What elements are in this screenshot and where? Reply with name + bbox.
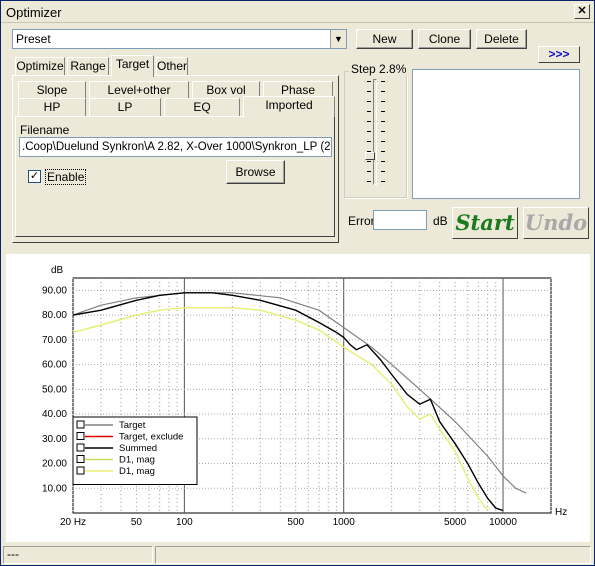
subtab-hp[interactable]: HP (18, 98, 86, 116)
window-title: Optimizer (6, 5, 62, 20)
tab-target[interactable]: Target (111, 55, 154, 77)
legend-checkbox (76, 420, 85, 429)
delete-button[interactable]: Delete (476, 29, 527, 49)
slider-tick (381, 81, 385, 82)
subtab-eq[interactable]: EQ (164, 98, 240, 116)
slider-tick (381, 111, 385, 112)
legend-checkbox (76, 455, 85, 463)
slider-tick (381, 161, 385, 162)
tab-other[interactable]: Other (156, 57, 188, 76)
y-tick-label: 40.00 (42, 409, 67, 420)
legend-checkbox (76, 466, 85, 475)
slider-tick (367, 101, 371, 102)
slider-tick (367, 171, 371, 172)
close-button[interactable]: ✕ (574, 4, 590, 19)
legend-label: D1, mag (119, 466, 155, 477)
legend-label: Target, exclude (119, 432, 183, 443)
slider-tick (367, 141, 371, 142)
subtab-imported[interactable]: Imported (243, 96, 335, 117)
more-button[interactable]: >>> (538, 46, 580, 63)
preset-select[interactable]: Preset ▼ (12, 29, 347, 49)
more-arrows-icon: >>> (548, 47, 570, 61)
chart-svg: 10.00 20.00 30.00 40.00 50.00 60.00 70.00 80.00… (42, 265, 567, 528)
slider-tick (381, 141, 385, 142)
status-left: --- (3, 546, 153, 564)
legend-label: Target (119, 420, 146, 431)
filename-label: Filename (20, 123, 70, 137)
subtab-slope[interactable]: Slope (18, 81, 86, 99)
y-tick-label: 80.00 (42, 310, 67, 321)
x-axis-label: Hz (555, 507, 567, 518)
legend-checkbox (76, 432, 85, 440)
step-slider-track[interactable] (373, 79, 377, 185)
status-bar: --- (1, 544, 594, 565)
subtab-lp[interactable]: LP (89, 98, 161, 116)
x-tick-label: 500 (287, 517, 304, 528)
slider-tick (381, 131, 385, 132)
y-tick-label: 90.00 (42, 285, 67, 296)
slider-tick (367, 161, 371, 162)
clone-button[interactable]: Clone (418, 29, 471, 49)
x-tick-label: 10000 (489, 517, 517, 528)
title-bar: Optimizer ✕ (1, 1, 594, 23)
frequency-response-chart: 10.00 20.00 30.00 40.00 50.00 60.00 70.00 80.00… (6, 254, 590, 542)
y-axis-label: dB (51, 265, 64, 276)
x-tick-label: 5000 (444, 517, 467, 528)
slider-tick (381, 91, 385, 92)
subtab-level-other[interactable]: Level+other (89, 81, 189, 99)
close-icon: ✕ (577, 5, 587, 17)
y-tick-label: 20.00 (42, 459, 67, 470)
new-button[interactable]: New (356, 29, 413, 49)
x-tick-label: 50 (131, 517, 143, 528)
slider-tick (381, 171, 385, 172)
y-tick-label: 60.00 (42, 360, 67, 371)
slider-tick (381, 101, 385, 102)
slider-tick (367, 181, 371, 182)
slider-tick (367, 151, 371, 152)
step-label: Step 2.8% (349, 62, 409, 76)
error-unit: dB (433, 214, 448, 228)
slider-tick (381, 121, 385, 122)
enable-checkbox[interactable]: ✓ (28, 170, 41, 183)
slider-tick (381, 151, 385, 152)
chevron-down-icon[interactable]: ▼ (330, 30, 346, 48)
status-right (155, 546, 591, 564)
x-tick-label: 1000 (333, 517, 356, 528)
preset-select-value: Preset (16, 32, 51, 46)
filename-field[interactable]: .Coop\Duelund Synkron\A 2.82, X-Over 100… (19, 137, 332, 157)
step-slider-thumb[interactable] (365, 152, 375, 160)
browse-button[interactable]: Browse (226, 160, 285, 184)
x-tick-label: 20 Hz (60, 517, 86, 528)
error-field[interactable] (373, 210, 427, 230)
slider-tick (381, 181, 385, 182)
undo-button[interactable]: Undo (523, 207, 589, 239)
error-label: Error (348, 214, 375, 228)
optimizer-window: Optimizer ✕ Preset ▼ New Clone Delete >>… (0, 0, 595, 566)
slider-tick (367, 121, 371, 122)
y-tick-label: 10.00 (42, 483, 67, 494)
y-tick-label: 30.00 (42, 434, 67, 445)
start-button[interactable]: Start (452, 207, 518, 239)
slider-tick (367, 91, 371, 92)
check-icon: ✓ (29, 170, 40, 182)
legend-checkbox (76, 443, 85, 452)
y-tick-label: 50.00 (42, 384, 67, 395)
slider-tick (367, 111, 371, 112)
legend-label: D1, mag (119, 455, 155, 466)
tab-range[interactable]: Range (67, 57, 109, 76)
tab-optimize[interactable]: Optimize (15, 57, 65, 76)
slider-tick (367, 131, 371, 132)
enable-label[interactable]: Enable (45, 169, 87, 185)
x-tick-label: 100 (176, 517, 193, 528)
y-tick-label: 70.00 (42, 335, 67, 346)
preset-list[interactable] (412, 69, 580, 199)
legend-label: Summed (119, 443, 157, 454)
slider-tick (367, 81, 371, 82)
